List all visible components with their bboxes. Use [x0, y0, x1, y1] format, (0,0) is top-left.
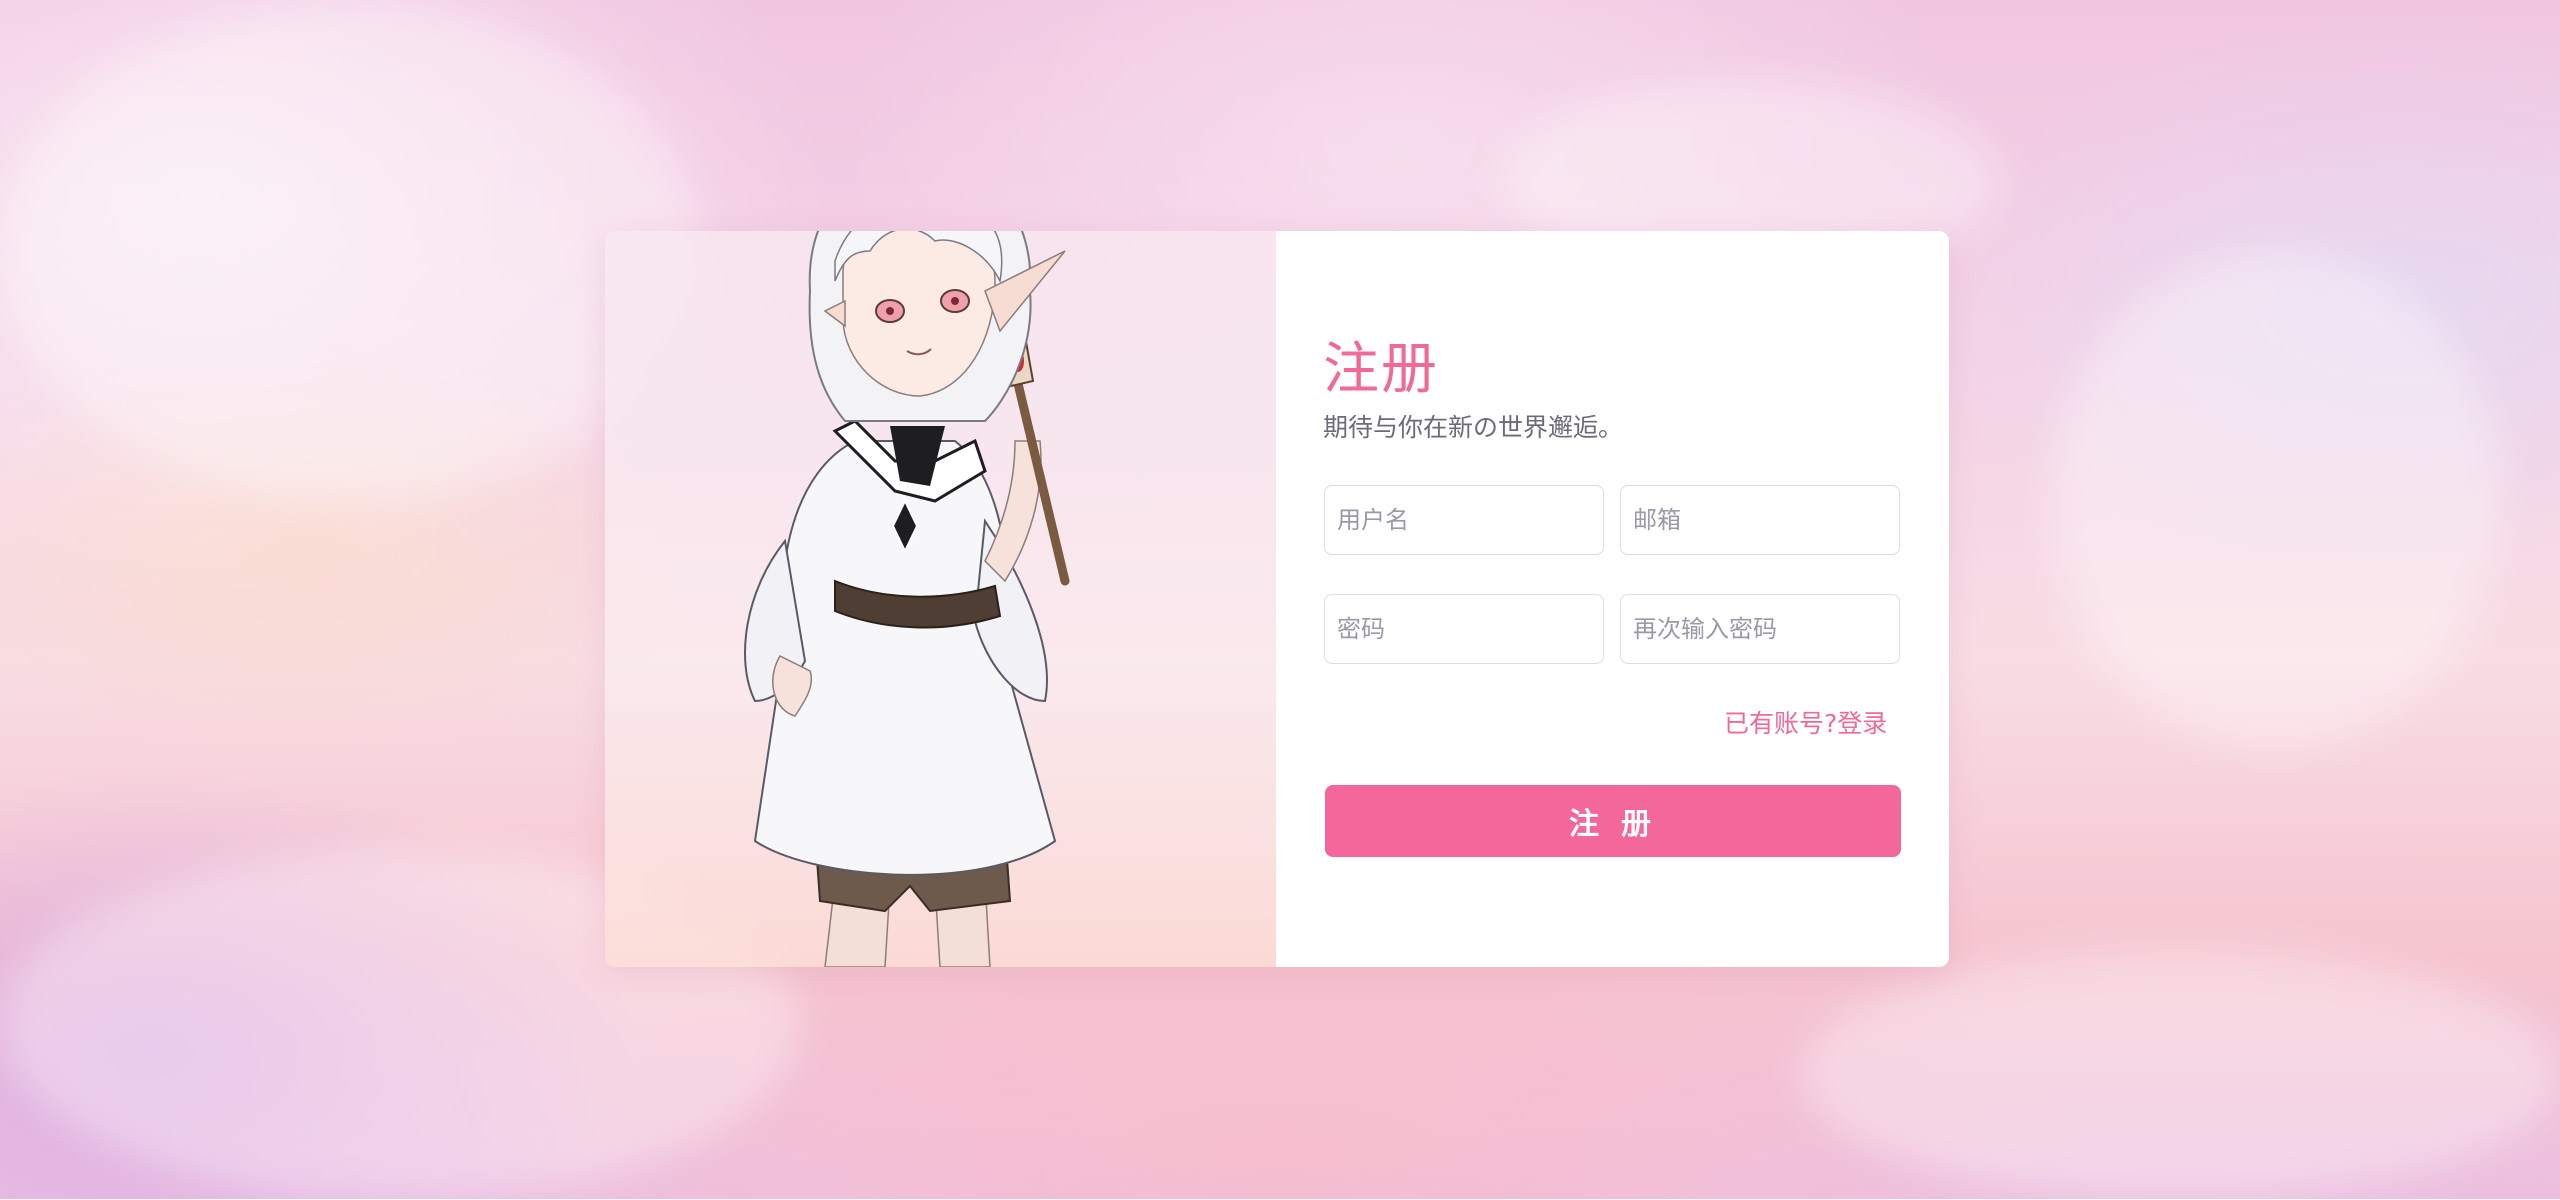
background-cloud [1800, 950, 2560, 1199]
background-cloud [0, 0, 700, 500]
confirm-password-input[interactable] [1620, 594, 1900, 664]
login-link[interactable]: 已有账号?登录 [1724, 704, 1887, 740]
register-title: 注册 [1323, 337, 1439, 402]
email-input[interactable] [1620, 485, 1900, 555]
illustration-panel [605, 231, 1276, 967]
register-subtitle: 期待与你在新の世界邂逅。 [1323, 413, 1624, 442]
username-input[interactable] [1324, 485, 1604, 555]
background-cloud [2050, 250, 2500, 750]
password-input[interactable] [1324, 594, 1604, 664]
register-button[interactable]: 注册 [1325, 785, 1901, 857]
character-illustration [744, 231, 1070, 967]
